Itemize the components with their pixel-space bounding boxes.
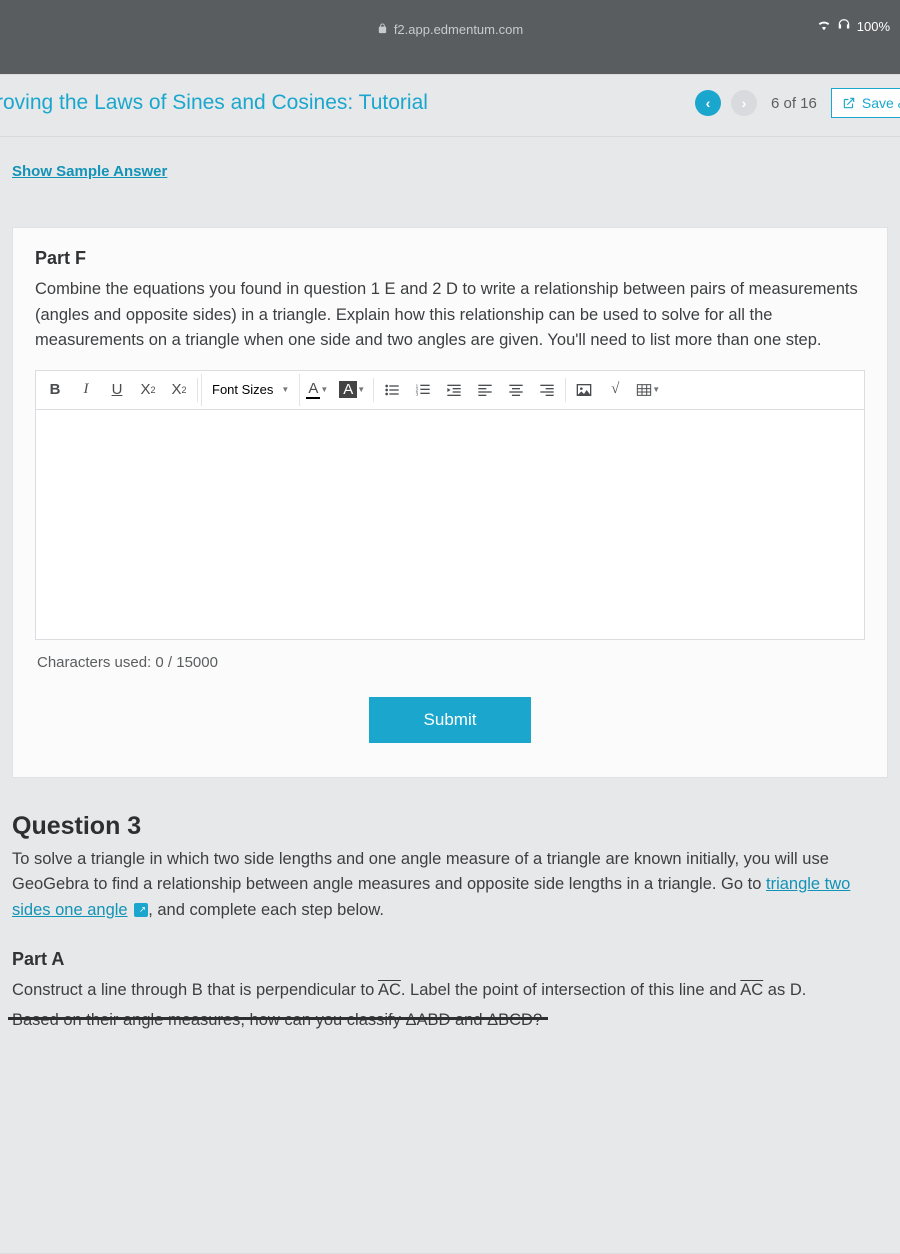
align-right-button[interactable] — [532, 374, 562, 406]
part-a-cutoff: Based on their angle measures, how can y… — [12, 1008, 888, 1034]
next-button[interactable]: › — [731, 90, 757, 116]
part-a-text: Construct a line through B that is perpe… — [12, 978, 888, 1004]
save-label: Save & — [862, 95, 900, 111]
part-f-desc: Combine the equations you found in quest… — [35, 277, 865, 354]
prev-button[interactable]: ‹ — [695, 90, 721, 116]
text-editor[interactable] — [35, 410, 865, 640]
status-bar: 100% — [817, 18, 890, 35]
url-bar[interactable]: f2.app.edmentum.com — [0, 14, 900, 45]
part-f-title: Part F — [35, 248, 865, 269]
superscript-button[interactable]: X2 — [133, 374, 163, 406]
bold-button[interactable]: B — [40, 374, 70, 406]
char-count: Characters used: 0 / 15000 — [35, 640, 865, 685]
page-title: Proving the Laws of Sines and Cosines: T… — [0, 91, 695, 115]
subscript-button[interactable]: X2 — [164, 374, 194, 406]
battery-text: 100% — [857, 19, 890, 34]
part-a-title: Part A — [12, 949, 888, 970]
external-link-icon — [134, 903, 148, 917]
align-left-button[interactable] — [470, 374, 500, 406]
content-area: Show Sample Answer Part F Combine the eq… — [0, 137, 900, 1060]
q3-text: To solve a triangle in which two side le… — [12, 847, 888, 924]
page-sheet: Proving the Laws of Sines and Cosines: T… — [0, 74, 900, 1254]
svg-text:3: 3 — [416, 391, 419, 396]
page-counter: 6 of 16 — [771, 95, 817, 112]
align-center-button[interactable] — [501, 374, 531, 406]
nav-controls: ‹ › — [695, 90, 757, 116]
equation-button[interactable]: √ — [600, 374, 630, 406]
headphones-icon — [837, 18, 851, 35]
lock-icon — [377, 22, 388, 37]
indent-button[interactable] — [439, 374, 469, 406]
table-button[interactable]: ▼ — [631, 374, 665, 406]
underline-button[interactable]: U — [102, 374, 132, 406]
header-bar: Proving the Laws of Sines and Cosines: T… — [0, 74, 900, 137]
part-f-card: Part F Combine the equations you found i… — [12, 227, 888, 778]
number-list-button[interactable]: 123 — [408, 374, 438, 406]
bg-color-button[interactable]: A ▼ — [334, 374, 370, 406]
submit-button[interactable]: Submit — [369, 697, 532, 743]
text-color-button[interactable]: A ▼ — [301, 374, 333, 406]
question-3: Question 3 To solve a triangle in which … — [12, 812, 888, 1034]
part-a: Part A Construct a line through B that i… — [12, 949, 888, 1033]
save-button[interactable]: Save & — [831, 88, 900, 118]
italic-button[interactable]: I — [71, 374, 101, 406]
url-text: f2.app.edmentum.com — [394, 22, 523, 37]
show-sample-answer-link[interactable]: Show Sample Answer — [12, 163, 167, 180]
bullet-list-button[interactable] — [377, 374, 407, 406]
wifi-icon — [817, 18, 831, 35]
image-button[interactable] — [569, 374, 599, 406]
font-size-dropdown[interactable]: Font Sizes▼ — [201, 374, 300, 406]
editor-toolbar: B I U X2 X2 Font Sizes▼ A ▼ A ▼ 123 — [35, 370, 865, 410]
q3-title: Question 3 — [12, 812, 888, 841]
